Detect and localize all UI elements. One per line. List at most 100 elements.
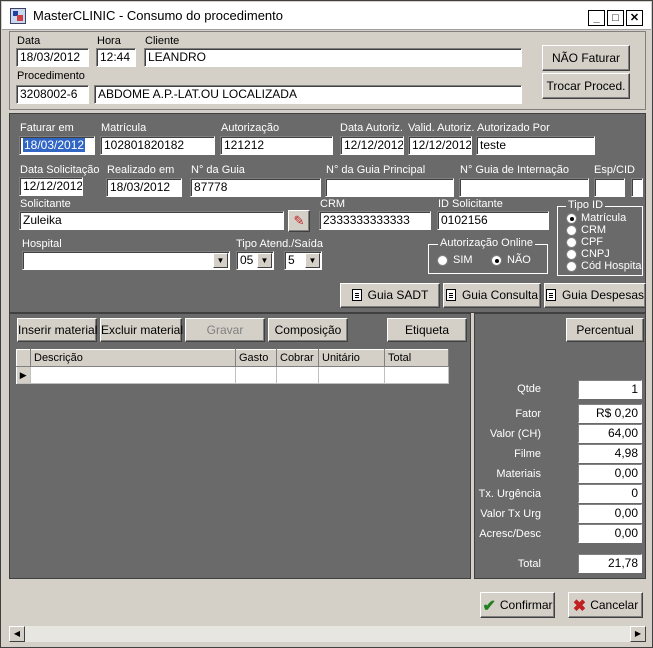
n-guia-internacao-label: N° Guia de Internação [460, 164, 569, 176]
valor-tx-urg-label: Valor Tx Urg [480, 508, 541, 520]
autorizacao-field[interactable]: 121212 [220, 136, 333, 155]
tipo-id-radio-cod-hospital[interactable] [566, 261, 577, 272]
table-row[interactable]: ▶ [16, 366, 449, 384]
column-header[interactable]: Total [384, 349, 449, 367]
qtde-field[interactable]: 1 [578, 380, 642, 399]
data-autoriz-field[interactable]: 12/12/2012 [340, 136, 404, 155]
document-icon [351, 289, 362, 301]
realizado-em-label: Realizado em [107, 164, 175, 176]
filme-field[interactable]: 4,98 [578, 444, 642, 463]
table-cell[interactable] [30, 366, 236, 384]
chevron-down-icon[interactable]: ▼ [213, 253, 228, 268]
close-icon[interactable]: ✕ [626, 10, 643, 26]
tipo-id-radio-matricula[interactable] [566, 213, 577, 224]
column-header[interactable]: Unitário [318, 349, 385, 367]
fator-field[interactable]: R$ 0,20 [578, 404, 642, 423]
horizontal-scrollbar[interactable]: ◀ ▶ [9, 626, 646, 642]
nao-faturar-button[interactable]: NÃO Faturar [542, 45, 630, 71]
column-header[interactable]: Descrição [30, 349, 236, 367]
trocar-proced-button[interactable]: Trocar Proced. [542, 73, 630, 99]
total-field[interactable]: 21,78 [578, 554, 642, 573]
column-header[interactable]: Gasto [235, 349, 277, 367]
realizado-em-field[interactable]: 18/03/2012 [106, 178, 182, 197]
solicitante-field[interactable]: Zuleika [19, 211, 284, 230]
table-cell[interactable] [318, 366, 385, 384]
tx-urgencia-field[interactable]: 0 [578, 484, 642, 503]
valor-tx-urg-field[interactable]: 0,00 [578, 504, 642, 523]
chevron-down-icon[interactable]: ▼ [305, 253, 320, 268]
crm-field[interactable]: 2333333333333 [319, 211, 431, 230]
scroll-right-icon[interactable]: ▶ [630, 626, 646, 642]
maximize-icon[interactable]: □ [607, 10, 624, 26]
cliente-field[interactable]: LEANDRO [144, 48, 522, 67]
hospital-select[interactable]: ▼ [22, 251, 230, 270]
autorizado-por-field[interactable]: teste [476, 136, 595, 155]
matricula-label: Matrícula [101, 122, 147, 134]
data-solicitacao-field[interactable]: 12/12/2012 [19, 177, 83, 196]
tipo-id-radio-cpf[interactable] [566, 237, 577, 248]
table-cell[interactable] [276, 366, 319, 384]
qtde-label: Qtde [517, 383, 541, 395]
n-guia-field[interactable]: 87778 [190, 178, 321, 197]
sim-radio[interactable] [437, 255, 448, 266]
table-cell[interactable] [235, 366, 277, 384]
tipo-id-option: CNPJ [581, 248, 610, 260]
esp-cid-label: Esp/CID [594, 164, 635, 176]
acresc-desc-field[interactable]: 0,00 [578, 524, 642, 543]
saida-select[interactable]: 5 ▼ [284, 251, 322, 270]
guia-despesas-button[interactable]: Guia Despesas [544, 283, 646, 308]
n-guia-principal-field[interactable] [325, 178, 454, 197]
scroll-left-icon[interactable]: ◀ [9, 626, 25, 642]
tipo-id-option: Matrícula [581, 212, 627, 224]
data-field[interactable]: 18/03/2012 [16, 48, 89, 67]
guia-consulta-button[interactable]: Guia Consulta [443, 283, 541, 308]
filme-label: Filme [514, 448, 541, 460]
valor-ch-label: Valor (CH) [489, 428, 541, 440]
nao-radio[interactable] [491, 255, 502, 266]
solicitante-label: Solicitante [20, 198, 71, 210]
excluir-material-button[interactable]: Excluir material [100, 318, 183, 342]
n-guia-principal-label: N° da Guia Principal [326, 164, 426, 176]
table-cell[interactable] [384, 366, 449, 384]
esp-field[interactable] [594, 178, 625, 197]
fator-label: Fator [515, 408, 541, 420]
gravar-button[interactable]: Gravar [185, 318, 265, 342]
faturar-em-field[interactable]: 18/03/2012 [19, 136, 95, 155]
cid-field[interactable] [631, 178, 643, 197]
hora-field[interactable]: 12:44 [96, 48, 136, 67]
hora-label: Hora [97, 35, 121, 47]
tipo-id-radio-cnpj[interactable] [566, 249, 577, 260]
acresc-desc-label: Acresc/Desc [479, 528, 541, 540]
procedimento-desc-field[interactable]: ABDOME A.P.-LAT.OU LOCALIZADA [94, 85, 522, 104]
column-header[interactable]: Cobrar [276, 349, 319, 367]
materials-table[interactable]: Descrição Gasto Cobrar Unitário Total ▶ [16, 349, 449, 384]
tipo-id-option: CPF [581, 236, 603, 248]
minimize-icon[interactable]: _ [588, 10, 605, 26]
valor-ch-field[interactable]: 64,00 [578, 424, 642, 443]
procedimento-code-field[interactable]: 3208002-6 [16, 85, 89, 104]
tipo-atend-label: Tipo Atend./Saída [236, 238, 324, 250]
percentual-button[interactable]: Percentual [566, 318, 644, 342]
guia-sadt-button[interactable]: Guia SADT [340, 283, 440, 308]
tipo-id-label: Tipo ID [566, 199, 606, 211]
cancelar-button[interactable]: ✖ Cancelar [568, 592, 643, 618]
footer: ✔ Confirmar ✖ Cancelar [9, 589, 646, 625]
tipo-id-option: Cód Hospita [581, 260, 642, 272]
matricula-field[interactable]: 102801820182 [100, 136, 215, 155]
procedimento-label: Procedimento [17, 70, 85, 82]
etiqueta-button[interactable]: Etiqueta [387, 318, 467, 342]
search-solicitante-button[interactable]: ✎ [288, 210, 310, 232]
id-solicitante-field[interactable]: 0102156 [437, 211, 549, 230]
composicao-button[interactable]: Composição [268, 318, 348, 342]
tipo-atend-select[interactable]: 05 ▼ [236, 251, 274, 270]
tipo-id-radio-crm[interactable] [566, 225, 577, 236]
valid-autoriz-field[interactable]: 12/12/2012 [408, 136, 472, 155]
materiais-field[interactable]: 0,00 [578, 464, 642, 483]
data-label: Data [17, 35, 41, 47]
document-icon [545, 289, 556, 301]
chevron-down-icon[interactable]: ▼ [257, 253, 272, 268]
inserir-material-button[interactable]: Inserir material [17, 318, 97, 342]
sim-label: SIM [453, 254, 473, 266]
n-guia-internacao-field[interactable] [459, 178, 589, 197]
confirmar-button[interactable]: ✔ Confirmar [480, 592, 555, 618]
